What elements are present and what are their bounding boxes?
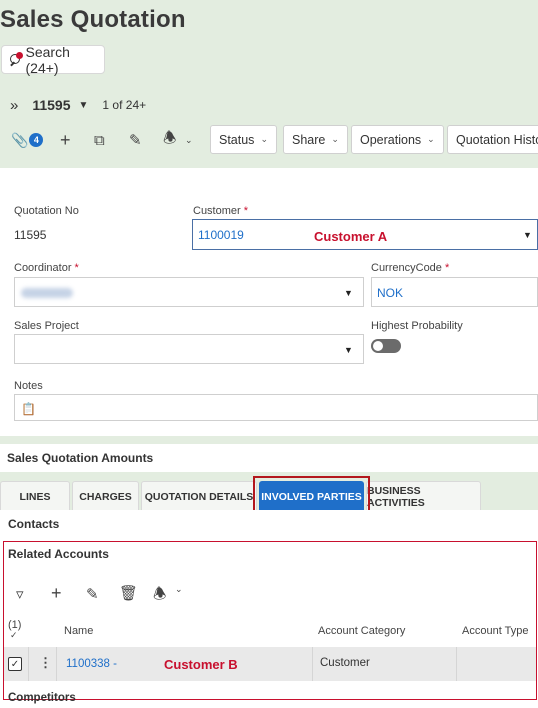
command-toolbar: 📎 4 + ⧉ ✎ 🕭 ⌄ Status ⌄ Share ⌄ Operation… — [0, 124, 538, 156]
sales-project-label: Sales Project — [14, 320, 79, 332]
attachments-button[interactable]: 📎 4 — [11, 126, 44, 154]
column-divider — [28, 647, 29, 681]
currency-label: CurrencyCode * — [371, 262, 449, 274]
attachments-count-badge: 4 — [29, 133, 44, 147]
column-divider — [56, 647, 57, 681]
required-marker: * — [243, 205, 249, 217]
bell-dropdown-chevron-icon[interactable]: ⌄ — [185, 126, 193, 154]
chevron-down-icon: ⌄ — [331, 134, 339, 144]
edit-pencil-icon[interactable]: ✎ — [129, 126, 142, 154]
bell-dropdown-chevron-icon[interactable]: ⌄ — [175, 584, 183, 595]
customer-label-text: Customer — [193, 205, 241, 217]
customer-annotation: Customer A — [314, 229, 388, 244]
amounts-title: Sales Quotation Amounts — [7, 451, 154, 465]
row-menu-kebab-icon[interactable]: ⋮ — [39, 655, 52, 671]
paperclip-icon: 📎 — [11, 131, 29, 148]
operations-button-label: Operations — [360, 132, 422, 147]
chevron-down-icon: ⌄ — [427, 134, 435, 144]
record-navigator: » 11595 ▼ 1 of 24+ — [0, 86, 538, 124]
tab-label: BUSINESS ACTIVITIES — [367, 484, 425, 509]
currency-field[interactable]: NOK — [371, 277, 538, 307]
related-account-name-link[interactable]: 1100338 - — [66, 658, 117, 670]
tab-lines[interactable]: LINES — [0, 481, 70, 511]
related-account-category: Customer — [320, 657, 370, 669]
quotation-history-button[interactable]: Quotation Histor — [447, 125, 538, 154]
highest-probability-toggle[interactable] — [371, 339, 401, 353]
filter-icon[interactable]: ▿ — [16, 585, 24, 603]
status-button-label: Status — [219, 132, 255, 147]
redacted-value — [21, 288, 73, 298]
caret-down-icon[interactable]: ▼ — [344, 345, 353, 355]
status-button[interactable]: Status ⌄ — [210, 125, 277, 154]
sales-project-field[interactable]: ▼ — [14, 334, 364, 364]
quotation-no-value: 11595 — [14, 228, 47, 242]
coordinator-label: Coordinator * — [14, 262, 79, 274]
share-button-label: Share — [292, 132, 326, 147]
select-all-check-icon[interactable]: ✓ — [10, 630, 18, 641]
edit-pencil-icon[interactable]: ✎ — [86, 585, 99, 603]
column-header-name[interactable]: Name — [64, 625, 93, 637]
tab-label: QUOTATION DETAILS — [144, 490, 254, 503]
page-title: Sales Quotation — [0, 6, 186, 33]
share-button[interactable]: Share ⌄ — [283, 125, 348, 154]
customer-label: Customer * — [193, 205, 248, 217]
related-account-annotation: Customer B — [164, 657, 238, 672]
tab-quotation-details[interactable]: QUOTATION DETAILS — [141, 481, 257, 511]
caret-down-icon[interactable]: ▼ — [523, 230, 532, 240]
column-divider — [312, 647, 313, 681]
record-count: 1 of 24+ — [102, 98, 147, 112]
record-id[interactable]: 11595 — [32, 97, 70, 113]
double-chevron-right-icon[interactable]: » — [10, 97, 18, 114]
competitors-title[interactable]: Competitors — [8, 692, 76, 704]
sales-quotation-amounts-header[interactable]: Sales Quotation Amounts — [0, 444, 538, 472]
trash-icon[interactable]: 🗑 — [119, 584, 138, 602]
search-label: Search (24+) — [25, 43, 70, 76]
tab-business-activities[interactable]: BUSINESS ACTIVITIES — [366, 481, 481, 511]
row-checkbox[interactable]: ✓ — [8, 657, 22, 671]
coordinator-field[interactable]: ▼ — [14, 277, 364, 307]
coordinator-label-text: Coordinator — [14, 262, 72, 274]
operations-button[interactable]: Operations ⌄ — [351, 125, 444, 154]
quotation-history-button-label: Quotation Histor — [456, 132, 538, 147]
column-header-account-type[interactable]: Account Type — [462, 625, 528, 637]
caret-down-icon[interactable]: ▼ — [344, 288, 353, 298]
contacts-title[interactable]: Contacts — [8, 517, 59, 531]
add-icon[interactable]: + — [60, 126, 71, 154]
highest-probability-label: Highest Probability — [371, 320, 463, 332]
customer-value: 1100019 — [198, 228, 244, 242]
add-icon[interactable]: + — [51, 583, 62, 604]
notes-label: Notes — [14, 380, 43, 392]
column-header-account-category[interactable]: Account Category — [318, 625, 405, 637]
duplicate-icon[interactable]: ⧉ — [94, 126, 105, 154]
column-divider — [456, 647, 457, 681]
related-accounts-title: Related Accounts — [8, 547, 109, 561]
quotation-no-label: Quotation No — [14, 205, 79, 217]
bell-icon[interactable]: 🕭 — [153, 584, 166, 609]
customer-field[interactable]: 1100019 Customer A ▼ — [192, 219, 538, 250]
notes-icon: 📋 — [21, 402, 36, 416]
chevron-down-icon: ⌄ — [260, 134, 268, 144]
caret-down-icon[interactable]: ▼ — [79, 100, 89, 111]
required-marker: * — [74, 262, 79, 274]
currency-label-text: CurrencyCode — [371, 262, 442, 274]
search-button[interactable]: Search (24+) — [1, 43, 105, 76]
currency-value: NOK — [377, 286, 404, 300]
required-marker: * — [444, 262, 450, 274]
tab-label: CHARGES — [79, 490, 132, 503]
notes-field[interactable]: 📋 — [14, 394, 538, 421]
tab-label: LINES — [19, 490, 51, 503]
bell-icon[interactable]: 🕭 — [163, 126, 176, 154]
tab-charges[interactable]: CHARGES — [72, 481, 139, 511]
search-icon — [9, 51, 23, 67]
